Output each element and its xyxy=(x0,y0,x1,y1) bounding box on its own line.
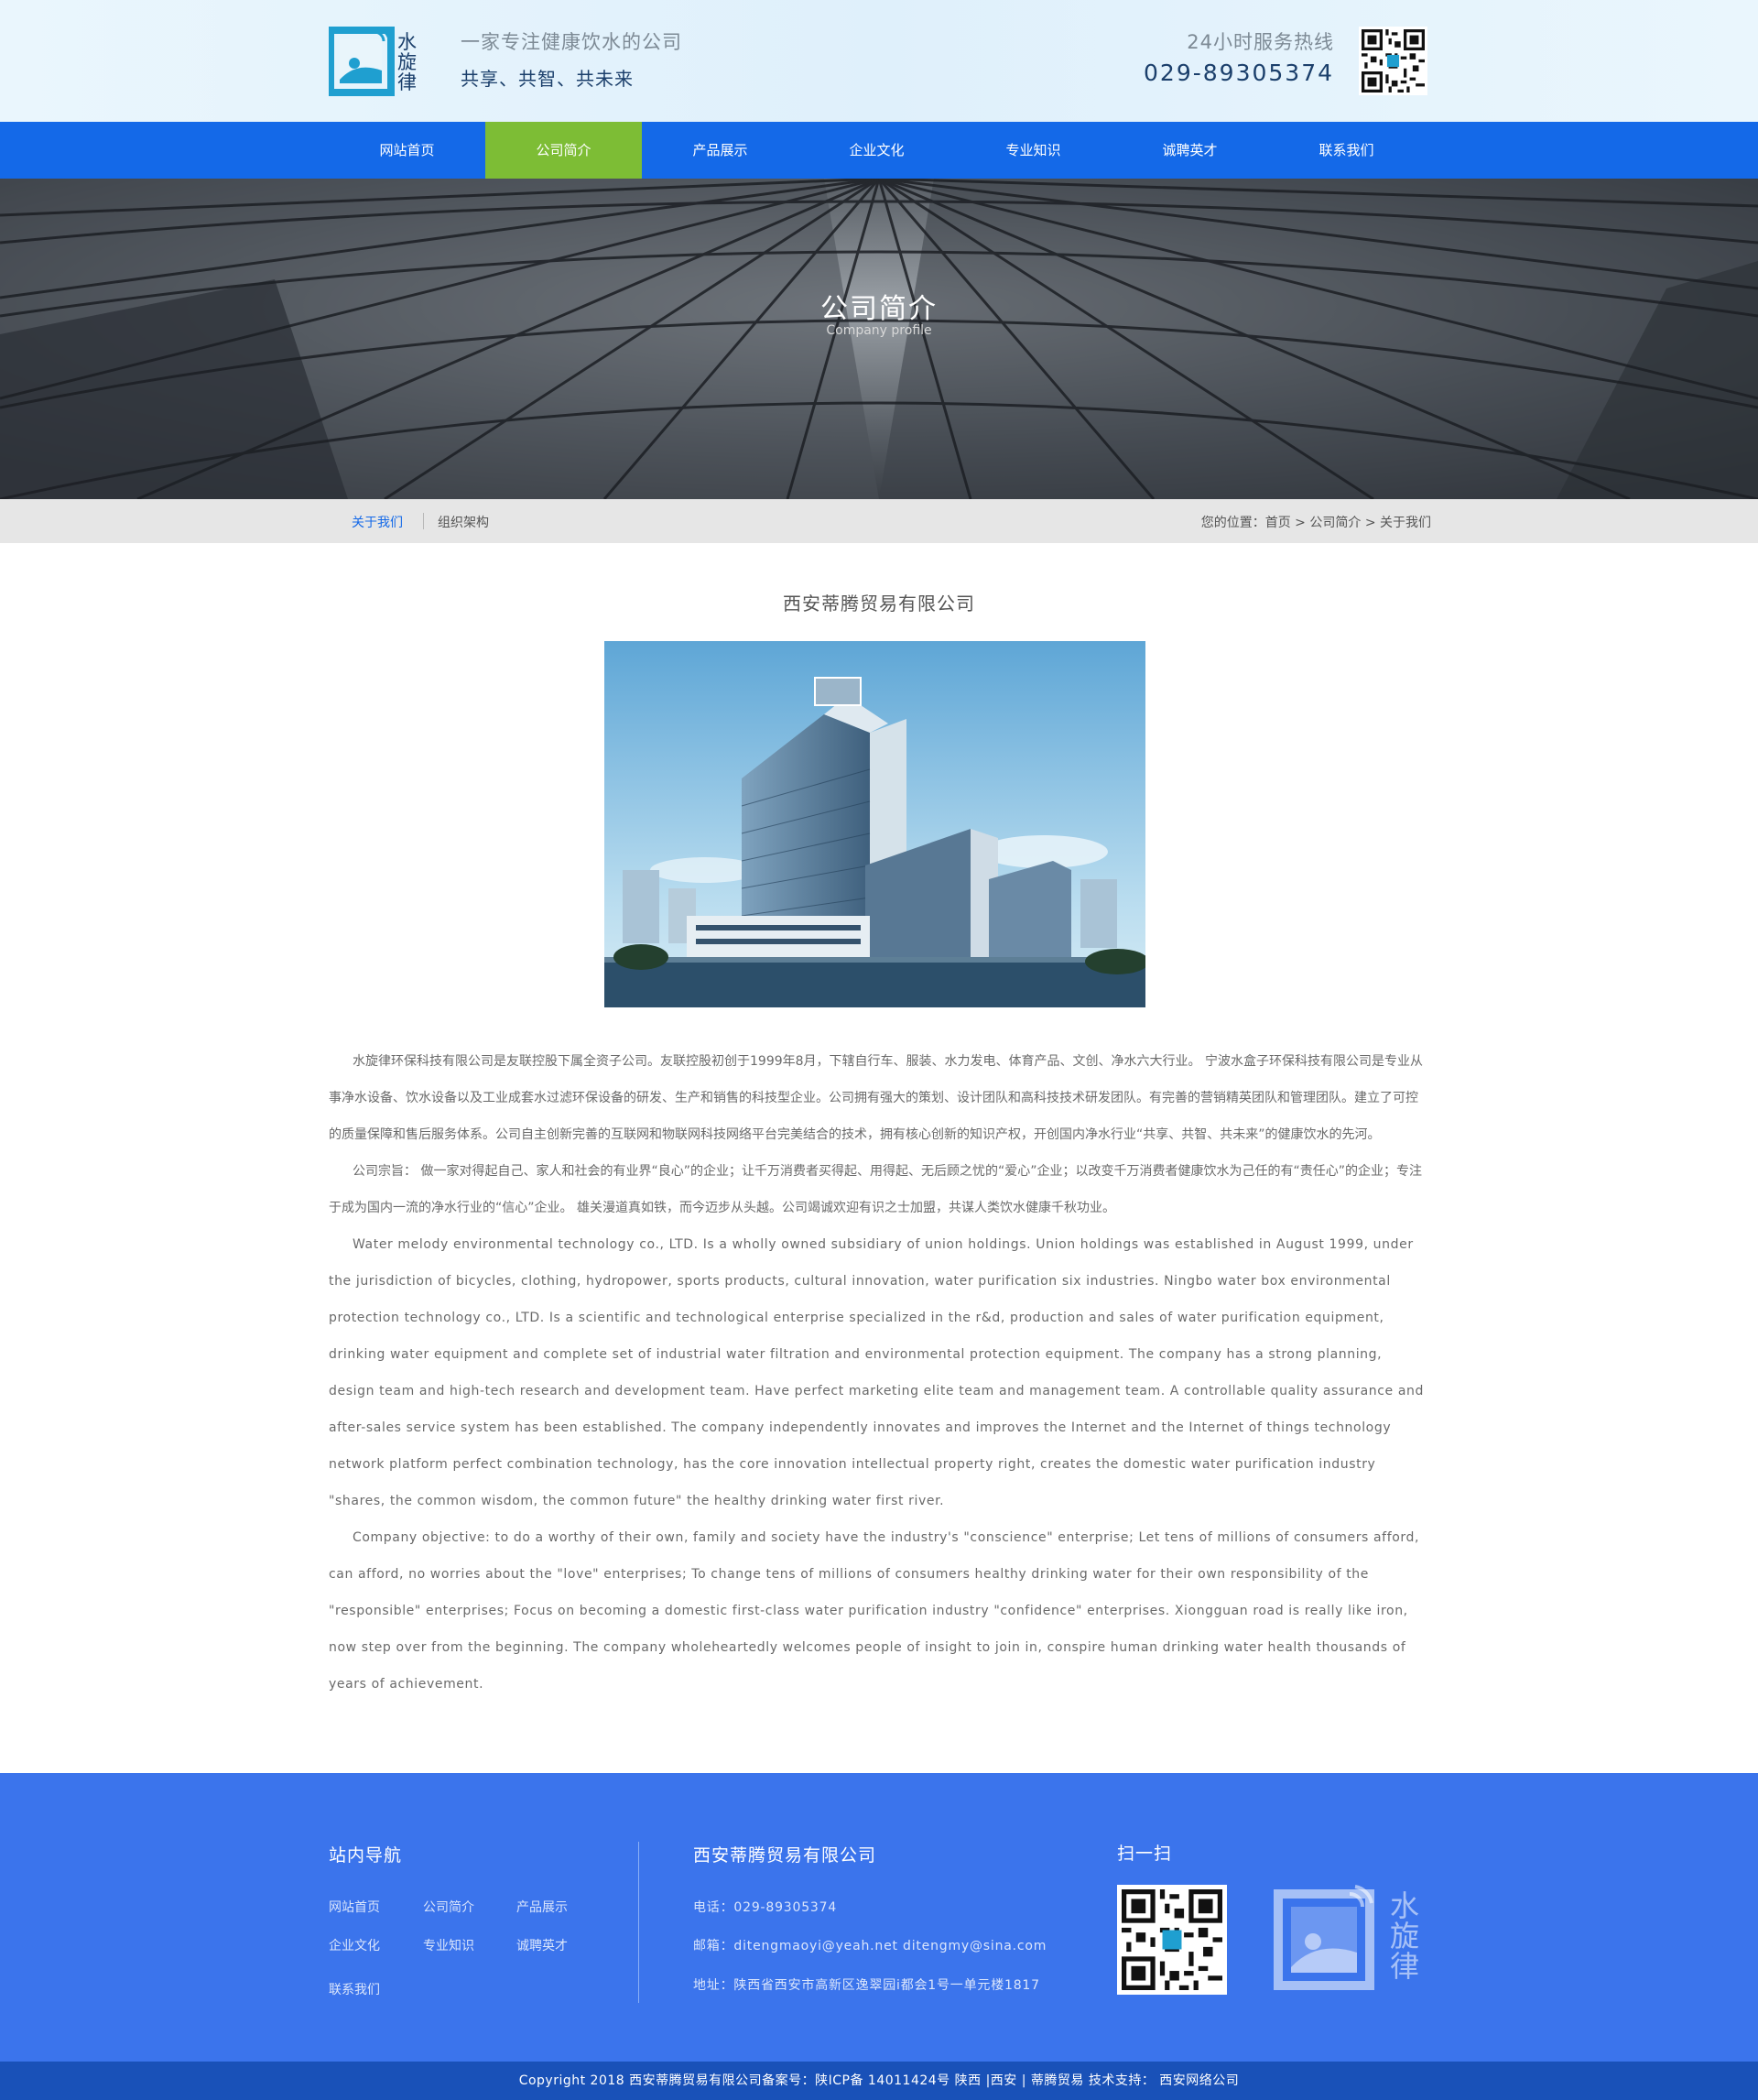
company-building-image xyxy=(604,641,1145,1007)
nav-item-home[interactable]: 网站首页 xyxy=(329,122,485,179)
hotline-number: 029-89305374 xyxy=(1144,60,1334,86)
hotline-label: 24小时服务热线 xyxy=(1187,31,1334,53)
footer-nav-title: 站内导航 xyxy=(329,1845,403,1866)
profile-paragraph-cn-2: 公司宗旨： 做一家对得起自己、家人和社会的有业界“良心”的企业；让千万消费者买得… xyxy=(329,1164,1422,1215)
nav-item-knowledge[interactable]: 专业知识 xyxy=(955,122,1112,179)
nav-item-culture[interactable]: 企业文化 xyxy=(798,122,955,179)
footer-link-culture[interactable]: 企业文化 xyxy=(329,1936,380,1954)
footer-company-title: 西安蒂腾贸易有限公司 xyxy=(693,1845,877,1866)
svg-text:水旋律: 水旋律 xyxy=(1390,1888,1419,1984)
nav-item-careers[interactable]: 诚聘英才 xyxy=(1112,122,1268,179)
breadcrumb[interactable]: 您的位置：首页 > 公司简介 > 关于我们 xyxy=(1201,513,1431,531)
footer-link-careers[interactable]: 诚聘英才 xyxy=(516,1936,568,1954)
profile-paragraph-en-1: Water melody environmental technology co… xyxy=(329,1237,1424,1508)
footer-link-products[interactable]: 产品展示 xyxy=(516,1898,568,1916)
company-logo[interactable]: 水旋律 xyxy=(329,25,429,98)
main-nav: 网站首页 公司简介 产品展示 企业文化 专业知识 诚聘英才 联系我们 xyxy=(0,122,1758,179)
site-header: 水旋律 一家专注健康饮水的公司 共享、共智、共未来 24小时服务热线 029-8… xyxy=(0,0,1758,122)
sub-nav-bar: 关于我们 组织架构 您的位置：首页 > 公司简介 > 关于我们 xyxy=(0,499,1758,543)
profile-paragraph-en-2: Company objective: to do a worthy of the… xyxy=(329,1530,1420,1692)
profile-paragraph-cn-1: 水旋律环保科技有限公司是友联控股下属全资子公司。友联控股初创于1999年8月，下… xyxy=(329,1054,1423,1142)
site-footer: 站内导航 网站首页 公司简介 产品展示 企业文化 专业知识 诚聘英才 联系我们 … xyxy=(0,1773,1758,2062)
company-tagline: 一家专注健康饮水的公司 xyxy=(461,31,682,53)
nav-item-products[interactable]: 产品展示 xyxy=(642,122,798,179)
nav-item-contact[interactable]: 联系我们 xyxy=(1268,122,1425,179)
nav-item-company-profile[interactable]: 公司简介 xyxy=(485,122,642,179)
tab-divider xyxy=(423,513,424,529)
banner-subtitle: Company profile xyxy=(826,323,932,338)
copyright-bar: Copyright 2018 西安蒂腾贸易有限公司备案号：陕ICP备 14011… xyxy=(0,2062,1758,2100)
footer-divider xyxy=(638,1842,639,2003)
tab-organization[interactable]: 组织架构 xyxy=(438,513,489,531)
banner-title: 公司简介 xyxy=(820,293,938,325)
banner-building-image xyxy=(0,179,1758,499)
qr-code-icon xyxy=(1359,27,1427,95)
footer-phone: 电话：029-89305374 xyxy=(693,1900,838,1915)
footer-scan-title: 扫一扫 xyxy=(1117,1844,1173,1864)
footer-link-home[interactable]: 网站首页 xyxy=(329,1898,380,1916)
footer-link-contact[interactable]: 联系我们 xyxy=(329,1980,380,1998)
footer-logo: 水旋律 xyxy=(1274,1885,1419,1990)
company-profile-text: 水旋律环保科技有限公司是友联控股下属全资子公司。友联控股初创于1999年8月，下… xyxy=(329,1043,1427,1703)
company-slogan: 共享、共智、共未来 xyxy=(461,68,634,90)
content-title: 西安蒂腾贸易有限公司 xyxy=(783,593,975,615)
page-banner: 公司简介 Company profile xyxy=(0,179,1758,499)
footer-email[interactable]: 邮箱：ditengmaoyi@yeah.net ditengmy@sina.co… xyxy=(693,1936,1047,1954)
footer-link-knowledge[interactable]: 专业知识 xyxy=(423,1936,474,1954)
footer-link-company-profile[interactable]: 公司简介 xyxy=(423,1898,474,1916)
footer-qr-code-icon xyxy=(1117,1885,1227,1995)
tab-about-us[interactable]: 关于我们 xyxy=(352,513,403,531)
footer-address: 地址：陕西省西安市高新区逸翠园i都会1号一单元楼1817 xyxy=(693,1978,1040,1993)
svg-text:水旋律: 水旋律 xyxy=(397,31,417,93)
